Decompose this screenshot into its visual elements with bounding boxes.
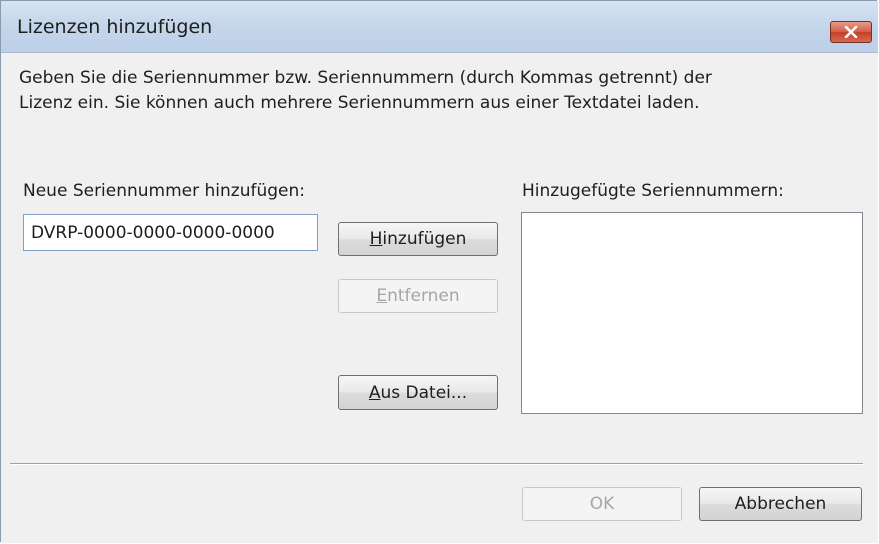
dialog-window: Lizenzen hinzufügen Geben Sie die Serien… — [0, 0, 878, 543]
add-button[interactable]: Hinzufügen — [338, 222, 498, 256]
ok-button[interactable]: OK — [522, 487, 682, 521]
separator — [10, 463, 863, 465]
add-button-label: inzufügen — [382, 229, 467, 249]
added-serials-list[interactable] — [521, 212, 863, 414]
close-button[interactable] — [830, 21, 872, 43]
new-serial-label: Neue Seriennummer hinzufügen: — [23, 181, 306, 201]
from-file-button[interactable]: Aus Datei... — [338, 375, 498, 410]
remove-button[interactable]: Entfernen — [338, 279, 498, 313]
window-title: Lizenzen hinzufügen — [17, 16, 213, 38]
added-serials-label: Hinzugefügte Seriennummern: — [522, 181, 784, 201]
title-bar[interactable]: Lizenzen hinzufügen — [1, 1, 878, 53]
instructions-text: Geben Sie die Seriennummer bzw. Seriennu… — [19, 66, 859, 116]
from-file-button-label: us Datei... — [380, 382, 468, 403]
serial-number-input[interactable] — [23, 214, 318, 251]
instructions-line-1: Geben Sie die Seriennummer bzw. Seriennu… — [19, 68, 712, 88]
add-button-mnemonic: H — [369, 229, 383, 249]
remove-button-mnemonic: E — [376, 286, 388, 306]
close-icon — [843, 26, 859, 38]
from-file-button-mnemonic: A — [368, 382, 381, 403]
remove-button-label: ntfernen — [387, 286, 460, 306]
dialog-content: Geben Sie die Seriennummer bzw. Seriennu… — [1, 53, 878, 543]
cancel-button[interactable]: Abbrechen — [699, 487, 862, 521]
instructions-line-2: Lizenz ein. Sie können auch mehrere Seri… — [19, 93, 700, 113]
